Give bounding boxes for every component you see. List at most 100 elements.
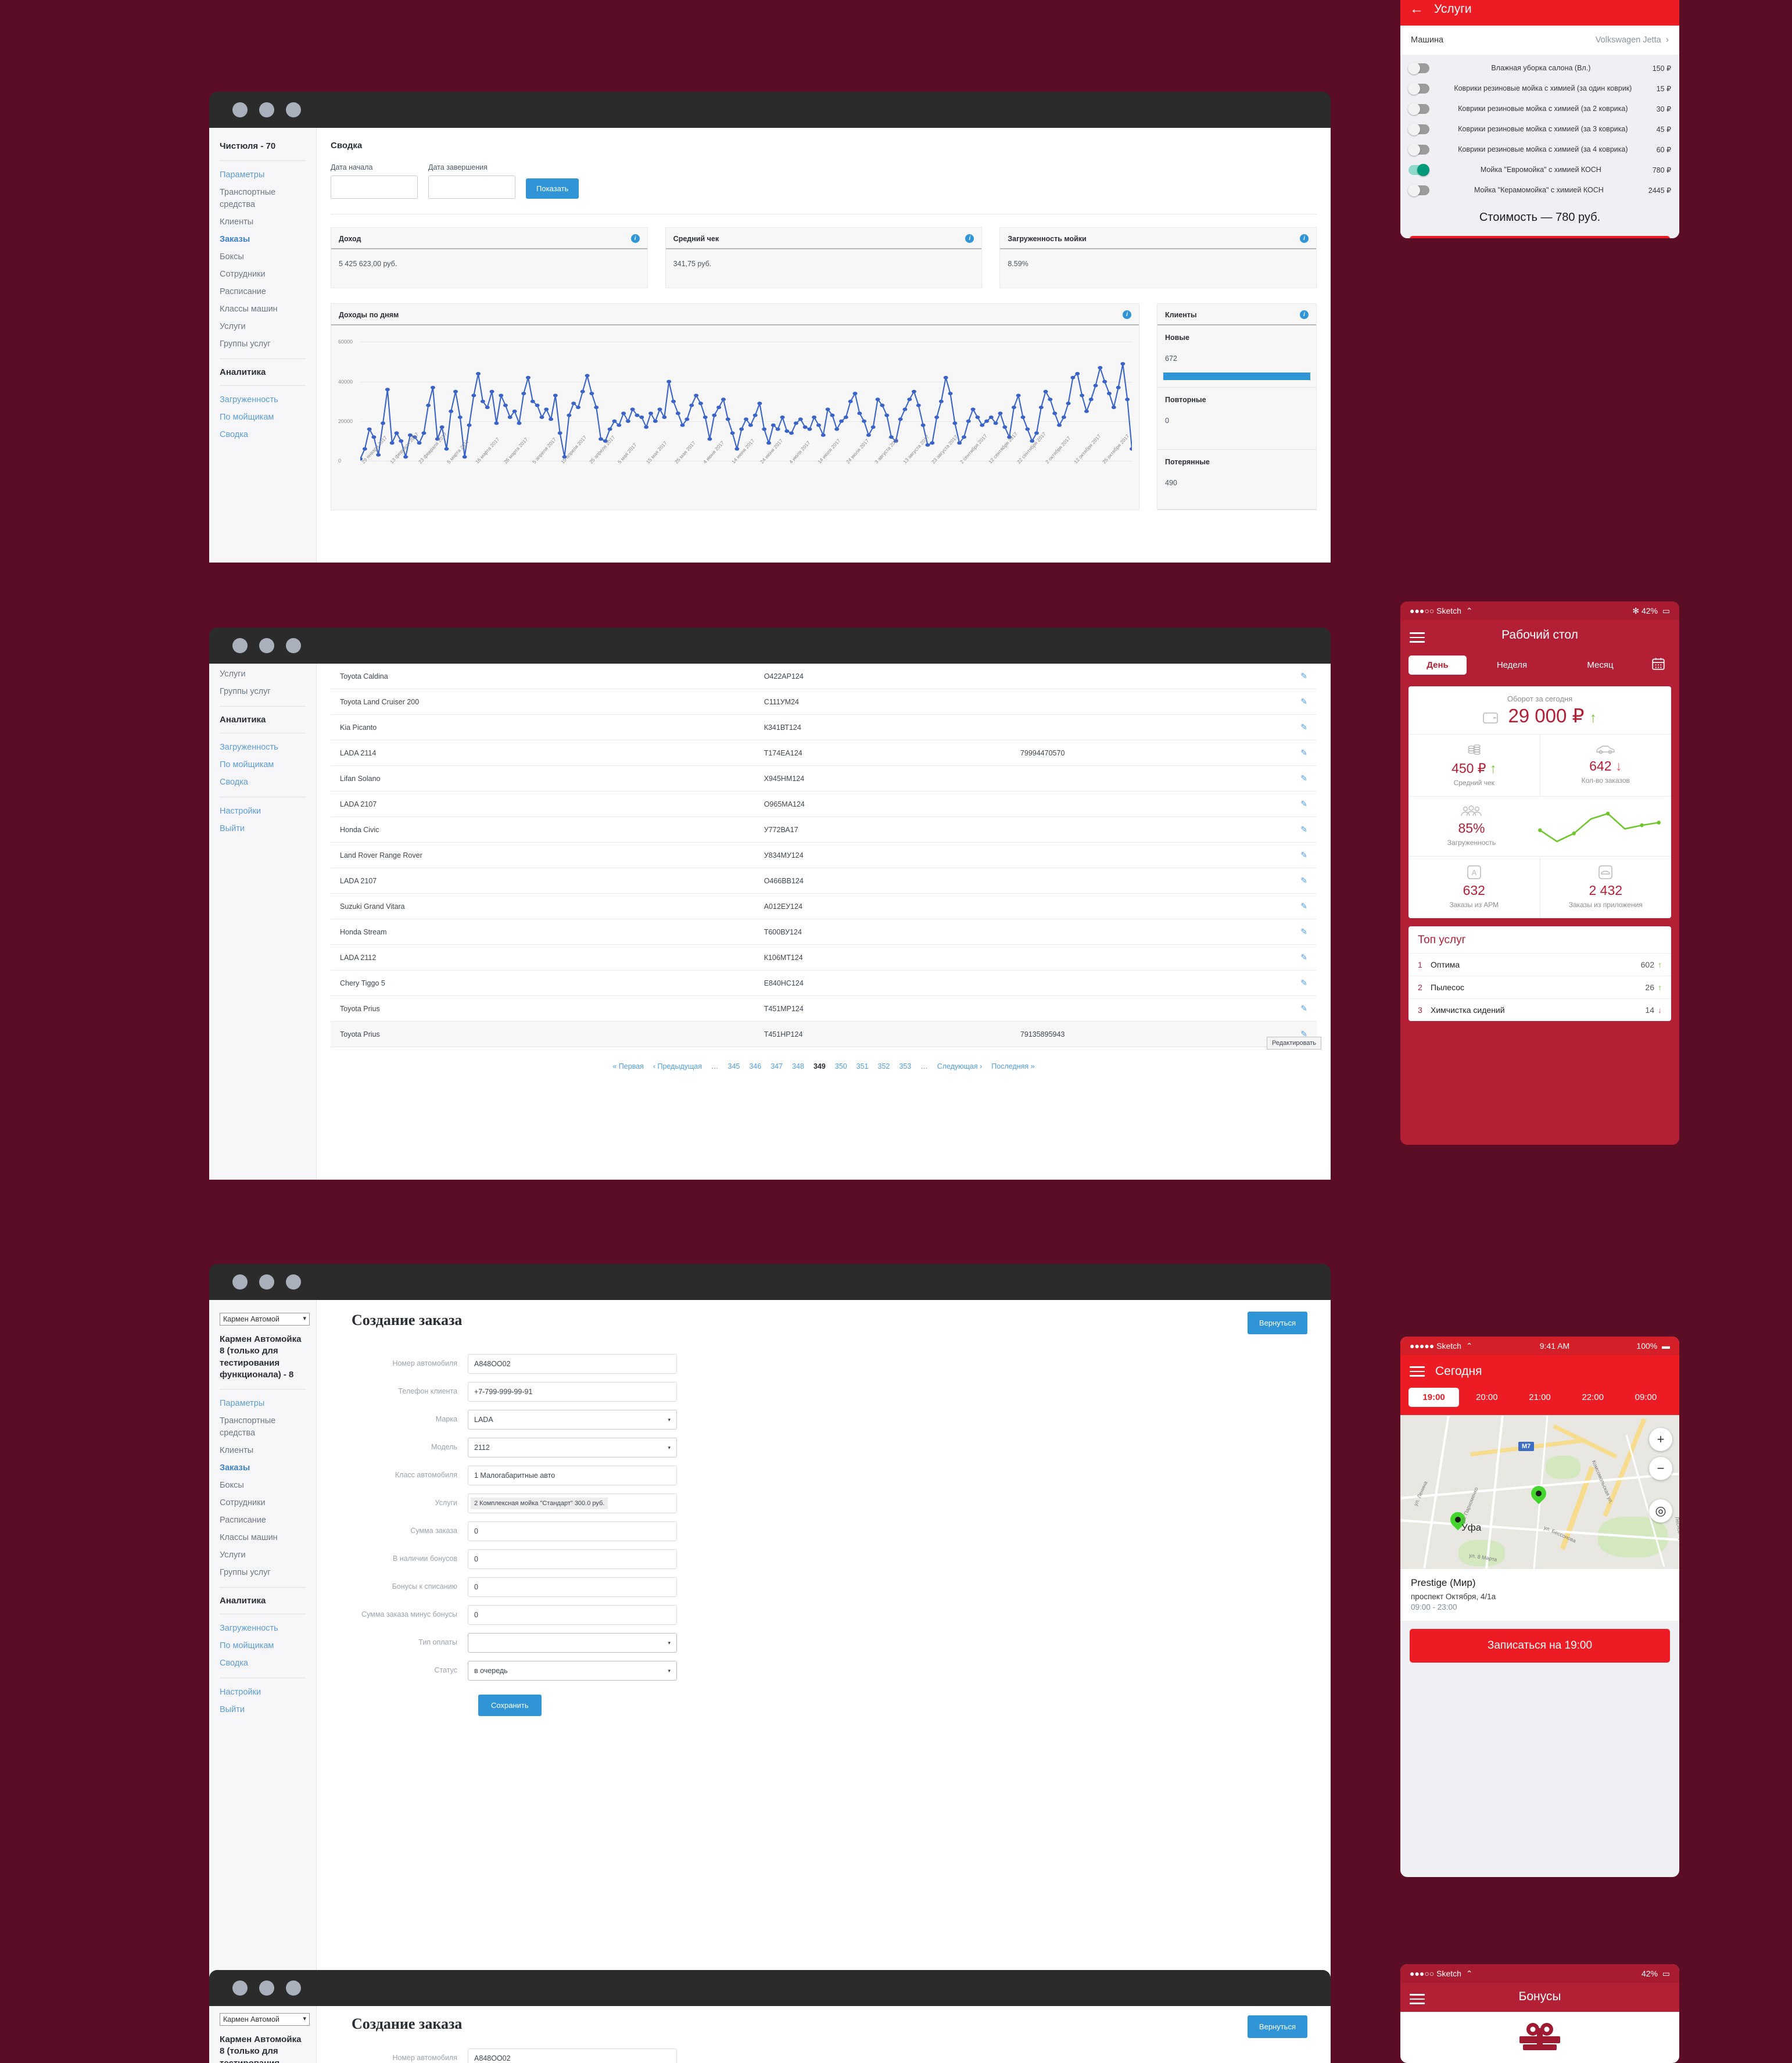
car-selector-row[interactable]: Машина Volkswagen Jetta ›	[1400, 26, 1679, 55]
show-button[interactable]: Показать	[526, 178, 579, 199]
cell-phone[interactable]	[1010, 893, 1228, 919]
page-link[interactable]: 351	[856, 1062, 869, 1070]
service-toggle[interactable]	[1408, 184, 1429, 196]
cell-phone[interactable]	[1010, 995, 1228, 1022]
table-row[interactable]: Kia Picanto К341ВТ124 ✎	[331, 714, 1317, 740]
sidebar-item-service-groups[interactable]: Группы услуг	[220, 686, 306, 698]
end-date-input[interactable]	[428, 176, 515, 199]
sidebar-item-by-washers[interactable]: По мойщикам	[220, 411, 306, 424]
locate-button[interactable]: ◎	[1649, 1499, 1672, 1523]
sidebar-item-load[interactable]: Загруженность	[220, 1623, 306, 1635]
top-service-row[interactable]: 2 Пылесос 26 ↑	[1408, 976, 1671, 998]
edit-icon[interactable]: ✎	[1300, 850, 1307, 859]
window-maximize-dot[interactable]	[286, 1980, 301, 1996]
table-row[interactable]: Chery Tiggo 5 Е840НС124 ✎	[331, 970, 1317, 996]
field-input[interactable]	[468, 1521, 677, 1541]
page-link[interactable]: « Первая	[612, 1062, 644, 1070]
cell-phone[interactable]	[1010, 816, 1228, 843]
edit-icon[interactable]: ✎	[1300, 722, 1307, 732]
table-row[interactable]: Suzuki Grand Vitara А012ЕУ124 ✎	[331, 893, 1317, 919]
sidebar-item-service-groups[interactable]: Группы услуг	[220, 338, 306, 350]
service-row[interactable]: Мойка "Евромойка" с химией КОСН 780 ₽	[1400, 160, 1679, 180]
window-minimize-dot[interactable]	[259, 1980, 274, 1996]
sidebar-item-employees[interactable]: Сотрудники	[220, 268, 306, 281]
edit-icon[interactable]: ✎	[1300, 952, 1307, 962]
service-row[interactable]: Коврики резиновые мойка с химией (за 2 к…	[1400, 99, 1679, 119]
field-input[interactable]	[468, 1577, 677, 1597]
sidebar-item-car-classes[interactable]: Классы машин	[220, 303, 306, 316]
service-row[interactable]: Мойка "Керамомойка" с химией КОСН 2445 ₽	[1400, 180, 1679, 200]
tab-week[interactable]: Неделя	[1469, 656, 1555, 675]
edit-icon[interactable]: ✎	[1300, 927, 1307, 936]
time-slot-1900[interactable]: 19:00	[1408, 1387, 1460, 1407]
top-service-row[interactable]: 3 Химчистка сидений 14 ↓	[1408, 998, 1671, 1021]
window-maximize-dot[interactable]	[286, 102, 301, 117]
table-row[interactable]: Toyota Land Cruiser 200 С111УМ24 ✎	[331, 689, 1317, 715]
plate-input[interactable]	[468, 2048, 677, 2063]
service-row[interactable]: Влажная уборка салона (Вл.) 150 ₽	[1400, 58, 1679, 78]
menu-icon[interactable]	[1410, 1363, 1425, 1380]
table-row[interactable]: Toyota Prius Т451МР124 ✎	[331, 995, 1317, 1022]
sidebar-item-load[interactable]: Загруженность	[220, 742, 306, 754]
page-link[interactable]: ‹ Предыдущая	[653, 1062, 702, 1070]
edit-icon[interactable]: ✎	[1300, 825, 1307, 834]
window-close-dot[interactable]	[232, 638, 248, 653]
calendar-icon[interactable]	[1646, 651, 1671, 678]
sidebar-item-vehicles[interactable]: Транспортные средства	[220, 187, 306, 211]
zoom-in-button[interactable]: +	[1649, 1427, 1672, 1451]
edit-icon[interactable]: ✎	[1300, 773, 1307, 783]
sidebar-item-summary[interactable]: Сводка	[220, 776, 306, 789]
sidebar-item-load[interactable]: Загруженность	[220, 394, 306, 406]
table-row[interactable]: Honda Civic У772ВА17 ✎	[331, 816, 1317, 843]
window-minimize-dot[interactable]	[259, 1274, 274, 1290]
page-link[interactable]: 348	[792, 1062, 804, 1070]
page-link[interactable]: 350	[835, 1062, 847, 1070]
field-input[interactable]	[468, 1382, 677, 1402]
page-link[interactable]: Следующая ›	[937, 1062, 983, 1070]
time-slot-2200[interactable]: 22:00	[1568, 1388, 1618, 1407]
edit-icon[interactable]: ✎	[1300, 901, 1307, 911]
cell-phone[interactable]	[1010, 714, 1228, 740]
menu-icon[interactable]	[1410, 629, 1425, 646]
sidebar-item-boxes[interactable]: Боксы	[220, 251, 306, 263]
book-button[interactable]: Записаться	[1410, 236, 1670, 238]
time-slot-2000[interactable]: 20:00	[1461, 1388, 1512, 1407]
service-row[interactable]: Коврики резиновые мойка с химией (за 3 к…	[1400, 119, 1679, 139]
sidebar-item-parameters[interactable]: Параметры	[220, 1398, 306, 1410]
edit-icon[interactable]: ✎	[1300, 799, 1307, 808]
sidebar-item-services[interactable]: Услуги	[220, 321, 306, 333]
table-row[interactable]: Honda Stream Т600ВУ124 ✎	[331, 919, 1317, 945]
sidebar-item-clients[interactable]: Клиенты	[220, 1445, 306, 1457]
time-slot-0900[interactable]: 09:00	[1621, 1388, 1671, 1407]
sidebar-item-by-washers[interactable]: По мойщикам	[220, 1640, 306, 1652]
page-link[interactable]: 345	[728, 1062, 740, 1070]
service-toggle[interactable]	[1408, 83, 1429, 95]
field-select[interactable]: LADA ▾	[468, 1410, 677, 1430]
zoom-out-button[interactable]: −	[1649, 1456, 1672, 1480]
field-input[interactable]	[468, 1354, 677, 1374]
sidebar-item-settings[interactable]: Настройки	[220, 805, 306, 818]
sidebar-item-by-washers[interactable]: По мойщикам	[220, 759, 306, 771]
field-select[interactable]: в очередь ▾	[468, 1661, 677, 1681]
top-service-row[interactable]: 1 Оптима 602 ↑	[1408, 953, 1671, 976]
field-input[interactable]	[468, 1605, 677, 1625]
tab-day[interactable]: День	[1408, 655, 1467, 675]
cell-phone[interactable]	[1010, 765, 1228, 791]
cell-phone[interactable]	[1010, 944, 1228, 970]
menu-icon[interactable]	[1410, 1991, 1425, 2007]
table-row[interactable]: LADA 2107 О466ВВ124 ✎	[331, 868, 1317, 894]
sidebar-item-boxes[interactable]: Боксы	[220, 1480, 306, 1492]
edit-icon[interactable]: ✎	[1300, 876, 1307, 885]
table-row[interactable]: Toyota Caldina О422АР124 ✎	[331, 664, 1317, 689]
sidebar-item-services[interactable]: Услуги	[220, 1549, 306, 1561]
page-link[interactable]: Последняя »	[991, 1062, 1034, 1070]
field-input[interactable]	[468, 1466, 677, 1485]
cell-phone[interactable]	[1010, 842, 1228, 868]
sidebar-item-vehicles[interactable]: Транспортные средства	[220, 1415, 306, 1439]
table-row[interactable]: LADA 2114 Т174ЕА124 79994470570 ✎	[331, 740, 1317, 766]
sidebar-item-summary[interactable]: Сводка	[220, 1657, 306, 1670]
organization-select[interactable]: Кармен Автомой	[220, 2013, 310, 2026]
field-input[interactable]	[468, 1549, 677, 1569]
cell-phone[interactable]	[1010, 689, 1228, 715]
sidebar-item-service-groups[interactable]: Группы услуг	[220, 1567, 306, 1579]
